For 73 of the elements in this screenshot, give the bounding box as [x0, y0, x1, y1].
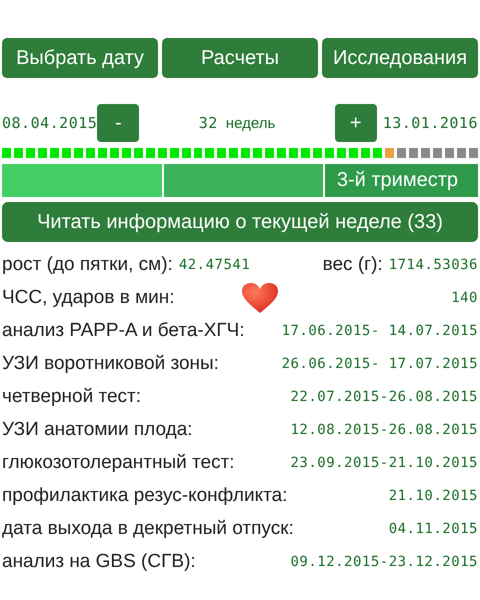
week-count: 32 — [198, 114, 218, 132]
week-square — [229, 148, 238, 158]
week-square — [277, 148, 286, 158]
row-label: УЗИ анатомии плода: — [2, 418, 193, 440]
week-square — [217, 148, 226, 158]
row-value: 12.08.2015-26.08.2015 — [290, 422, 478, 438]
week-square — [110, 148, 119, 158]
row-label: анализ PAPP-A и бета-ХГЧ: — [2, 320, 245, 342]
row-label: УЗИ воротниковой зоны: — [2, 352, 219, 374]
week-square — [265, 148, 274, 158]
week-square — [98, 148, 107, 158]
week-square — [313, 148, 322, 158]
week-square — [432, 148, 442, 158]
nav-button[interactable]: Расчеты — [162, 38, 318, 78]
week-square — [444, 148, 454, 158]
week-square — [170, 148, 179, 158]
row-label: рост (до пятки, см): — [2, 254, 173, 276]
week-square — [385, 148, 394, 158]
week-square — [146, 148, 155, 158]
week-square — [301, 148, 310, 158]
due-date: 13.01.2016 — [382, 114, 478, 132]
row-value: 17.06.2015- 14.07.2015 — [282, 322, 478, 338]
week-unit: недель — [226, 114, 276, 132]
week-square — [182, 148, 190, 158]
week-square — [325, 148, 334, 158]
week-square — [50, 148, 59, 158]
week-square — [194, 148, 202, 158]
week-square — [26, 148, 35, 158]
week-square — [158, 148, 167, 158]
nav-button[interactable]: Выбрать дату — [2, 38, 158, 78]
row-value: 09.12.2015-23.12.2015 — [290, 554, 478, 570]
row-label: дата выхода в декретный отпуск: — [2, 518, 294, 540]
week-square — [289, 148, 298, 158]
row-label: ЧСС, ударов в мин: — [2, 286, 175, 308]
week-square — [396, 148, 406, 158]
week-square — [456, 148, 466, 158]
row-value: 1714.53036 — [388, 256, 478, 272]
row-label: вес (г): — [322, 254, 383, 276]
week-square — [361, 148, 370, 158]
week-square — [2, 148, 11, 158]
minus-button[interactable]: - — [97, 104, 140, 142]
row-label: четверной тест: — [2, 386, 142, 408]
week-square — [349, 148, 358, 158]
start-date: 08.04.2015 — [2, 114, 98, 132]
read-week-button[interactable]: Читать информацию о текущей неделе (33) — [2, 202, 478, 242]
heart-icon — [240, 282, 279, 314]
week-square — [86, 148, 95, 158]
week-square — [62, 148, 71, 158]
row-value: 26.06.2015- 17.07.2015 — [282, 356, 478, 372]
week-square — [420, 148, 430, 158]
row-value: 04.11.2015 — [388, 520, 478, 536]
row-value: 22.07.2015-26.08.2015 — [290, 388, 478, 404]
trimester-segment: 3-й триместр — [325, 164, 478, 197]
week-square — [337, 148, 346, 158]
week-square — [205, 148, 214, 158]
nav-button[interactable]: Исследования — [322, 38, 478, 78]
week-square — [74, 148, 83, 158]
row-value: 23.09.2015-21.10.2015 — [290, 454, 478, 470]
row-label: анализ на GBS (СГВ): — [2, 550, 196, 572]
row-value: 21.10.2015 — [388, 488, 478, 504]
week-square — [253, 148, 262, 158]
row-value: 42.47541 — [178, 256, 250, 272]
week-square — [134, 148, 143, 158]
week-square — [38, 148, 47, 158]
row-value: 140 — [451, 290, 478, 306]
plus-button[interactable]: + — [334, 104, 377, 142]
week-square — [468, 148, 478, 158]
week-square — [14, 148, 23, 158]
row-label: профилактика резус-конфликта: — [2, 484, 288, 506]
week-square — [241, 148, 250, 158]
row-label: глюкозотолерантный тест: — [2, 452, 235, 474]
week-square — [408, 148, 418, 158]
week-square — [122, 148, 131, 158]
